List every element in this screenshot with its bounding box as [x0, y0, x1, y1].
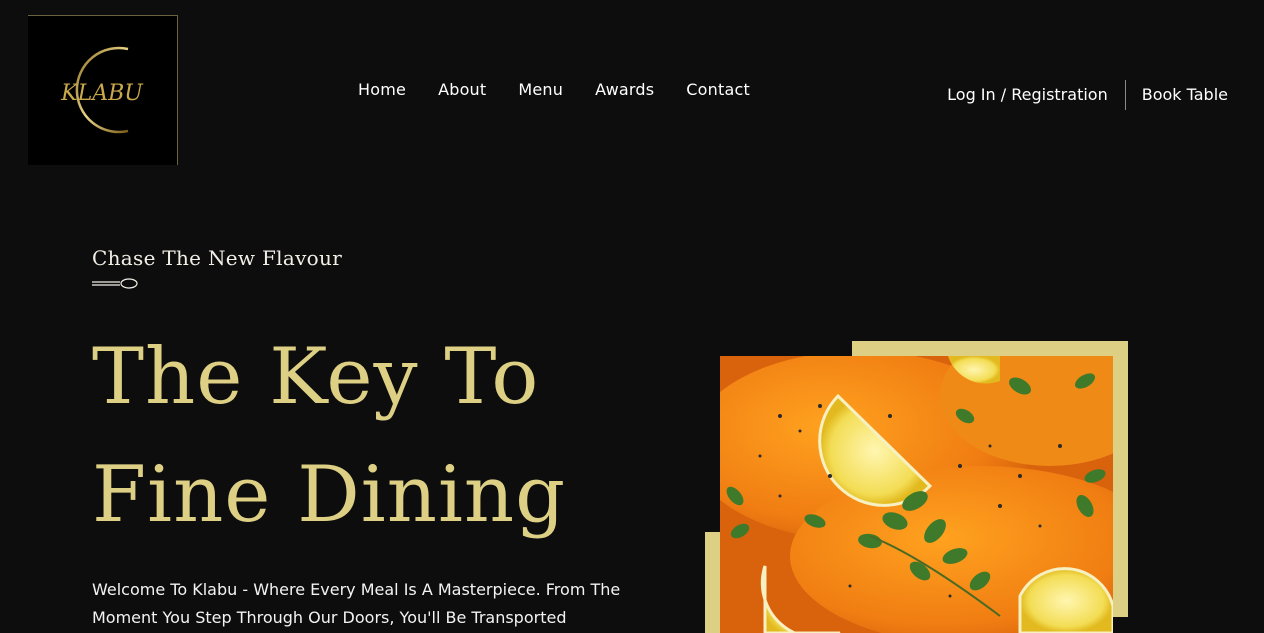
account-nav: Log In / Registration Book Table: [947, 80, 1228, 110]
logo-emblem: KLABU: [60, 46, 144, 134]
nav-awards[interactable]: Awards: [595, 80, 654, 100]
hero-kicker: Chase The New Flavour: [92, 246, 343, 270]
spoon-icon: [92, 278, 138, 289]
main-nav: Home About Menu Awards Contact: [358, 80, 782, 100]
logo-text: KLABU: [60, 81, 144, 106]
book-table-link[interactable]: Book Table: [1142, 85, 1228, 105]
nav-about[interactable]: About: [438, 80, 486, 100]
image-frame-left: [705, 532, 721, 633]
nav-contact[interactable]: Contact: [686, 80, 750, 100]
hero-headline: The Key To Fine Dining: [92, 318, 566, 554]
login-registration-link[interactable]: Log In / Registration: [947, 85, 1108, 105]
logo[interactable]: KLABU: [28, 15, 178, 165]
salmon-dish-image: [720, 356, 1113, 633]
nav-divider: [1124, 80, 1126, 110]
nav-home[interactable]: Home: [358, 80, 406, 100]
headline-line-1: The Key To: [92, 332, 540, 422]
nav-menu[interactable]: Menu: [518, 80, 563, 100]
hero-intro: Welcome To Klabu - Where Every Meal Is A…: [92, 580, 621, 627]
dish-illustration: [720, 356, 1113, 633]
headline-line-2: Fine Dining: [92, 450, 567, 540]
